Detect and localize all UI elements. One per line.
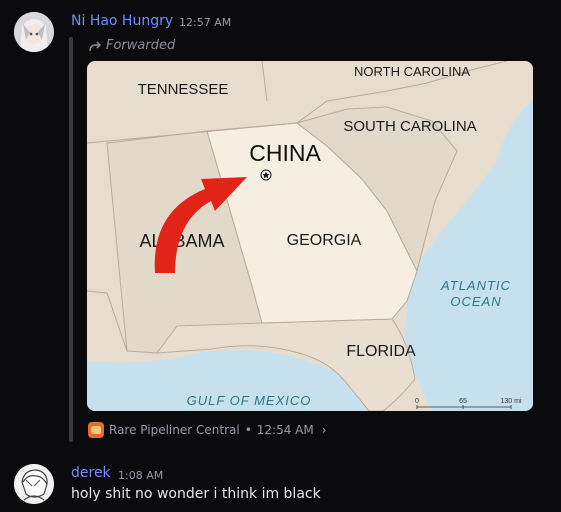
label-florida: FLORIDA [346,343,416,360]
label-georgia: GEORGIA [287,232,362,249]
label-gulf-of-mexico: GULF OF MEXICO [187,393,312,408]
username[interactable]: derek [71,465,111,481]
scale-label-130: 130 mi [500,398,521,405]
map-image[interactable]: TENNESSEE NORTH CAROLINA SOUTH CAROLINA … [87,61,533,411]
source-info[interactable]: Rare Pipeliner Central • 12:54 AM › [88,422,327,438]
forwarded-text: Forwarded [106,38,176,53]
message-text: holy shit no wonder i think im black [71,486,321,502]
label-china: CHINA [249,140,321,166]
label-atlantic: ATLANTIC [440,278,511,293]
username[interactable]: Ni Hao Hungry [71,13,173,29]
forward-arrow-icon [89,41,101,51]
scale-label-65: 65 [459,398,467,405]
avatar-image [14,12,54,52]
avatar-image [14,464,54,504]
label-south-carolina: SOUTH CAROLINA [343,118,476,135]
map-svg: TENNESSEE NORTH CAROLINA SOUTH CAROLINA … [87,61,533,411]
timestamp: 1:08 AM [118,469,164,482]
server-icon [88,422,104,438]
chevron-right-icon: › [321,423,327,437]
avatar[interactable] [14,12,54,52]
scale-label-0: 0 [415,398,419,405]
forwarded-label: Forwarded [88,38,175,53]
label-tennessee: TENNESSEE [138,81,229,98]
label-alabama: ALABAMA [139,231,224,251]
forward-bar [69,37,73,442]
timestamp: 12:57 AM [179,16,232,29]
label-ocean: OCEAN [450,294,501,309]
avatar[interactable] [14,464,54,504]
source-separator: • [244,423,252,437]
server-name: Rare Pipeliner Central [109,423,240,437]
label-north-carolina: NORTH CAROLINA [354,64,470,79]
source-time: 12:54 AM [256,423,314,437]
